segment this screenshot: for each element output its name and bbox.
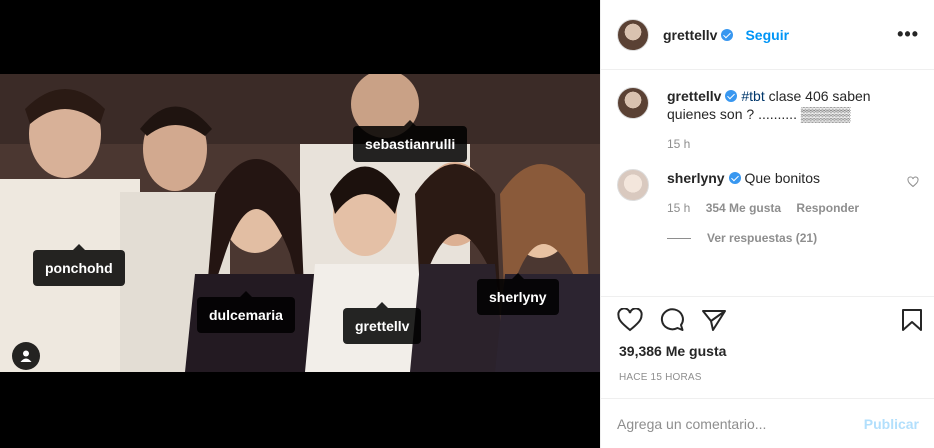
caption-hashtag[interactable]: #tbt xyxy=(741,88,764,104)
comment-icon[interactable] xyxy=(659,308,685,337)
comment-likes[interactable]: 354 Me gusta xyxy=(706,201,781,215)
verified-badge-icon xyxy=(728,172,741,184)
post-header: grettellv Seguir ••• xyxy=(601,0,934,70)
post-media: sebastianrulli ponchohd dulcemaria grett… xyxy=(0,0,600,448)
photo-tag-label: dulcemaria xyxy=(209,307,283,323)
comments-section: grettellv #tbt clase 406 saben quienes s… xyxy=(601,71,934,296)
verified-badge-icon xyxy=(725,90,738,102)
comment-username[interactable]: sherlyny xyxy=(667,170,725,186)
post-actions xyxy=(601,296,934,340)
user-tag-icon[interactable] xyxy=(12,342,40,370)
comment-like-heart-icon[interactable] xyxy=(907,175,919,193)
group-photo-illustration xyxy=(0,74,600,372)
reply-button[interactable]: Responder xyxy=(796,201,859,215)
comment-item: sherlyny Que bonitos 15 h 354 Me gusta R… xyxy=(617,169,919,217)
photo-tag[interactable]: grettellv xyxy=(343,302,422,344)
follow-button[interactable]: Seguir xyxy=(745,27,789,43)
bookmark-icon[interactable] xyxy=(901,308,923,337)
photo-tag[interactable]: dulcemaria xyxy=(197,291,295,333)
post-sidebar: grettellv Seguir ••• grettellv #tbt clas… xyxy=(600,0,934,448)
author-avatar[interactable] xyxy=(617,87,649,119)
author-username[interactable]: grettellv xyxy=(663,27,717,43)
photo-tag[interactable]: ponchohd xyxy=(33,244,125,286)
add-comment-bar: Publicar xyxy=(601,398,934,448)
comment-time[interactable]: 15 h xyxy=(667,201,690,215)
caption-time[interactable]: 15 h xyxy=(667,137,690,151)
view-replies-button[interactable]: Ver respuestas (21) xyxy=(667,231,919,245)
heart-icon[interactable] xyxy=(617,307,643,337)
likes-count[interactable]: 39,386 Me gusta xyxy=(619,343,726,359)
author-avatar[interactable] xyxy=(617,18,649,51)
post-photo[interactable] xyxy=(0,74,600,372)
more-options-icon[interactable]: ••• xyxy=(897,24,919,45)
comment-text: Que bonitos xyxy=(744,170,820,186)
photo-tag[interactable]: sebastianrulli xyxy=(353,120,468,162)
view-replies-label: Ver respuestas (21) xyxy=(707,231,818,245)
photo-tag-label: grettellv xyxy=(355,318,410,334)
verified-badge-icon xyxy=(721,28,734,41)
post-timestamp[interactable]: HACE 15 HORAS xyxy=(619,372,702,383)
comment-input[interactable] xyxy=(617,415,864,432)
commenter-avatar[interactable] xyxy=(617,169,649,201)
publish-button[interactable]: Publicar xyxy=(864,416,919,432)
photo-tag-label: ponchohd xyxy=(45,260,113,276)
share-icon[interactable] xyxy=(701,308,727,337)
photo-tag-label: sebastianrulli xyxy=(365,136,456,152)
caption: grettellv #tbt clase 406 saben quienes s… xyxy=(617,87,919,153)
photo-tag-label: sherlyny xyxy=(489,289,547,305)
caption-username[interactable]: grettellv xyxy=(667,88,721,104)
photo-tag[interactable]: sherlyny xyxy=(477,273,559,315)
